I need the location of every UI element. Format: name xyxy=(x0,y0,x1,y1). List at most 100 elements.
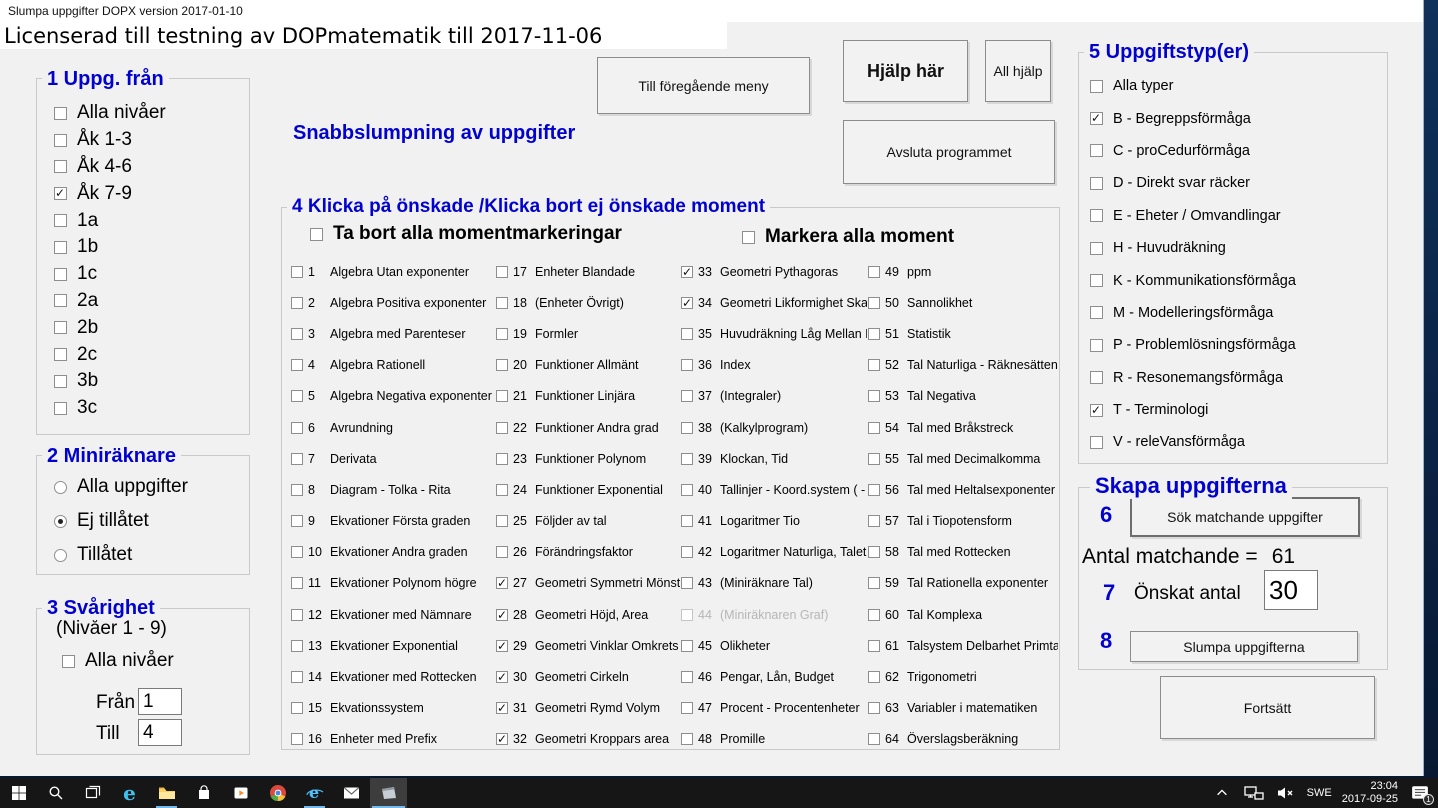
moment-checkbox-1[interactable]: 1Algebra Utan exponenter xyxy=(291,256,493,287)
moment-checkbox-14[interactable]: 14Ekvationer med Rottecken xyxy=(291,661,493,692)
taskbar-icon-edge[interactable]: e xyxy=(111,778,148,808)
moment-checkbox-24[interactable]: 24Funktioner Exponential xyxy=(496,474,680,505)
type-option-3[interactable]: D - Direkt svar räcker xyxy=(1090,167,1296,199)
taskbar-icon-task-view[interactable] xyxy=(74,778,111,808)
moment-checkbox-17[interactable]: 17Enheter Blandade xyxy=(496,256,680,287)
moment-checkbox-56[interactable]: 56Tal med Heltalsexponenter xyxy=(868,474,1058,505)
moment-checkbox-64[interactable]: 64Överslagsberäkning xyxy=(868,724,1058,755)
moment-checkbox-46[interactable]: 46Pengar, Lån, Budget xyxy=(681,661,867,692)
moment-checkbox-57[interactable]: 57Tal i Tiopotensform xyxy=(868,506,1058,537)
from-input[interactable] xyxy=(138,688,182,715)
moment-checkbox-33[interactable]: 33Geometri Pythagoras xyxy=(681,256,867,287)
moment-checkbox-40[interactable]: 40Tallinjer - Koord.system ( - V xyxy=(681,474,867,505)
desired-count-input[interactable] xyxy=(1264,570,1318,610)
moment-checkbox-41[interactable]: 41Logaritmer Tio xyxy=(681,506,867,537)
moment-checkbox-30[interactable]: 30Geometri Cirkeln xyxy=(496,661,680,692)
moment-checkbox-38[interactable]: 38(Kalkylprogram) xyxy=(681,412,867,443)
till-input[interactable] xyxy=(138,719,182,746)
moment-checkbox-19[interactable]: 19Formler xyxy=(496,318,680,349)
moment-checkbox-20[interactable]: 20Funktioner Allmänt xyxy=(496,350,680,381)
moment-checkbox-29[interactable]: 29Geometri Vinklar Omkrets xyxy=(496,630,680,661)
moment-checkbox-5[interactable]: 5Algebra Negativa exponenter xyxy=(291,381,493,412)
moment-checkbox-13[interactable]: 13Ekvationer Exponential xyxy=(291,630,493,661)
volume-muted-icon[interactable] xyxy=(1275,782,1297,804)
help-here-button[interactable]: Hjälp här xyxy=(843,40,968,102)
moment-checkbox-59[interactable]: 59Tal Rationella exponenter xyxy=(868,568,1058,599)
level-option-11[interactable]: 3c xyxy=(54,395,166,422)
taskbar-icon-mail[interactable] xyxy=(333,778,370,808)
moment-checkbox-15[interactable]: 15Ekvationssystem xyxy=(291,693,493,724)
taskbar-icon-internet-explorer[interactable]: e xyxy=(296,778,333,808)
moment-checkbox-18[interactable]: 18(Enheter Övrigt) xyxy=(496,287,680,318)
moment-checkbox-32[interactable]: 32Geometri Kroppars area xyxy=(496,724,680,755)
moment-checkbox-10[interactable]: 10Ekvationer Andra graden xyxy=(291,537,493,568)
moment-checkbox-53[interactable]: 53Tal Negativa xyxy=(868,381,1058,412)
moment-checkbox-49[interactable]: 49ppm xyxy=(868,256,1058,287)
level-option-7[interactable]: 2a xyxy=(54,288,166,315)
search-matching-button[interactable]: Sök matchande uppgifter xyxy=(1130,497,1360,537)
hidden-icons-chevron-icon[interactable] xyxy=(1211,782,1233,804)
type-option-6[interactable]: K - Kommunikationsförmåga xyxy=(1090,264,1296,296)
moment-checkbox-36[interactable]: 36Index xyxy=(681,350,867,381)
moment-checkbox-51[interactable]: 51Statistik xyxy=(868,318,1058,349)
language-indicator[interactable]: SWE xyxy=(1307,787,1332,799)
moment-checkbox-12[interactable]: 12Ekvationer med Nämnare xyxy=(291,599,493,630)
level-option-8[interactable]: 2b xyxy=(54,314,166,341)
moment-checkbox-61[interactable]: 61Talsystem Delbarhet Primtal xyxy=(868,630,1058,661)
exit-program-button[interactable]: Avsluta programmet xyxy=(843,120,1055,184)
taskbar-clock[interactable]: 23:04 2017-09-25 xyxy=(1342,780,1398,806)
moment-checkbox-9[interactable]: 9Ekvationer Första graden xyxy=(291,506,493,537)
level-option-2[interactable]: Åk 4-6 xyxy=(54,154,166,181)
moment-checkbox-21[interactable]: 21Funktioner Linjära xyxy=(496,381,680,412)
mark-all-moments-checkbox[interactable]: Markera alla moment xyxy=(742,226,954,248)
moment-checkbox-6[interactable]: 6Avrundning xyxy=(291,412,493,443)
moment-checkbox-31[interactable]: 31Geometri Rymd Volym xyxy=(496,693,680,724)
type-option-11[interactable]: V - releVansförmåga xyxy=(1090,426,1296,458)
all-help-button[interactable]: All hjälp xyxy=(985,40,1051,102)
taskbar-icon-store[interactable] xyxy=(185,778,222,808)
moment-checkbox-8[interactable]: 8Diagram - Tolka - Rita xyxy=(291,474,493,505)
network-icon[interactable] xyxy=(1243,782,1265,804)
moment-checkbox-2[interactable]: 2Algebra Positiva exponenter xyxy=(291,287,493,318)
moment-checkbox-63[interactable]: 63Variabler i matematiken xyxy=(868,693,1058,724)
type-option-1[interactable]: B - Begreppsförmåga xyxy=(1090,102,1296,134)
moment-checkbox-48[interactable]: 48Promille xyxy=(681,724,867,755)
type-option-5[interactable]: H - Huvudräkning xyxy=(1090,232,1296,264)
moment-checkbox-16[interactable]: 16Enheter med Prefix xyxy=(291,724,493,755)
moment-checkbox-60[interactable]: 60Tal Komplexa xyxy=(868,599,1058,630)
continue-button[interactable]: Fortsätt xyxy=(1160,676,1375,739)
taskbar-icon-start[interactable] xyxy=(0,778,37,808)
type-option-9[interactable]: R - Resonemangsförmåga xyxy=(1090,362,1296,394)
moment-checkbox-11[interactable]: 11Ekvationer Polynom högre xyxy=(291,568,493,599)
moment-checkbox-50[interactable]: 50Sannolikhet xyxy=(868,287,1058,318)
calculator-option-2[interactable]: Tillåtet xyxy=(54,538,188,572)
calculator-option-1[interactable]: Ej tillåtet xyxy=(54,504,188,538)
previous-menu-button[interactable]: Till föregående meny xyxy=(597,57,810,114)
moment-checkbox-23[interactable]: 23Funktioner Polynom xyxy=(496,443,680,474)
moment-checkbox-35[interactable]: 35Huvudräkning Låg Mellan Hög xyxy=(681,318,867,349)
type-option-2[interactable]: C - proCedurförmåga xyxy=(1090,135,1296,167)
moment-checkbox-4[interactable]: 4Algebra Rationell xyxy=(291,350,493,381)
type-option-4[interactable]: E - Eheter / Omvandlingar xyxy=(1090,200,1296,232)
type-option-8[interactable]: P - Problemlösningsförmåga xyxy=(1090,329,1296,361)
moment-checkbox-3[interactable]: 3Algebra med Parenteser xyxy=(291,318,493,349)
level-option-4[interactable]: 1a xyxy=(54,207,166,234)
moment-checkbox-47[interactable]: 47Procent - Procentenheter xyxy=(681,693,867,724)
moment-checkbox-34[interactable]: 34Geometri Likformighet Skala xyxy=(681,287,867,318)
calculator-option-0[interactable]: Alla uppgifter xyxy=(54,470,188,504)
moment-checkbox-43[interactable]: 43(Miniräknare Tal) xyxy=(681,568,867,599)
level-option-1[interactable]: Åk 1-3 xyxy=(54,127,166,154)
moment-checkbox-62[interactable]: 62Trigonometri xyxy=(868,661,1058,692)
taskbar-icon-dopx-app[interactable] xyxy=(370,778,407,808)
moment-checkbox-55[interactable]: 55Tal med Decimalkomma xyxy=(868,443,1058,474)
moment-checkbox-25[interactable]: 25Följder av tal xyxy=(496,506,680,537)
moment-checkbox-52[interactable]: 52Tal Naturliga - Räknesätten xyxy=(868,350,1058,381)
level-option-9[interactable]: 2c xyxy=(54,341,166,368)
moment-checkbox-42[interactable]: 42Logaritmer Naturliga, Talet e xyxy=(681,537,867,568)
moment-checkbox-26[interactable]: 26Förändringsfaktor xyxy=(496,537,680,568)
level-option-3[interactable]: Åk 7-9 xyxy=(54,180,166,207)
type-option-0[interactable]: Alla typer xyxy=(1090,70,1296,102)
type-option-7[interactable]: M - Modelleringsförmåga xyxy=(1090,297,1296,329)
level-option-0[interactable]: Alla nivåer xyxy=(54,100,166,127)
taskbar-icon-films-tv[interactable] xyxy=(222,778,259,808)
